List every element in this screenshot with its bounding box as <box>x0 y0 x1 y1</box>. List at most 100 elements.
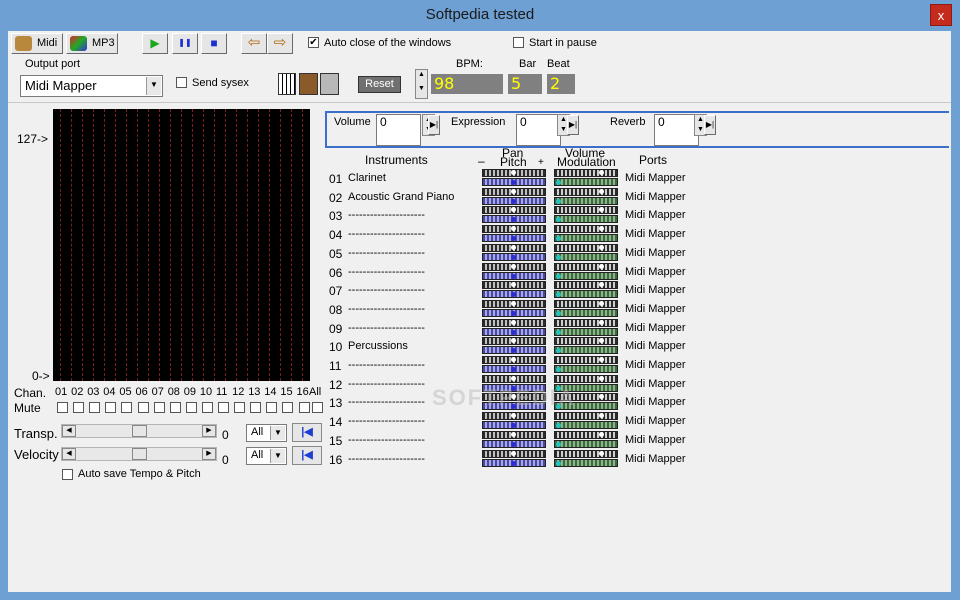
pitch-knob[interactable] <box>511 329 516 335</box>
pitch-knob[interactable] <box>511 367 516 372</box>
volume-track[interactable] <box>554 187 618 196</box>
port-name[interactable]: Midi Mapper <box>625 191 686 203</box>
volume-track[interactable] <box>554 262 618 271</box>
volume-modulation-slider[interactable] <box>554 430 618 449</box>
volume-knob[interactable] <box>599 300 604 306</box>
port-name[interactable]: Midi Mapper <box>625 303 686 315</box>
port-name[interactable]: Midi Mapper <box>625 415 686 427</box>
volume-modulation-slider[interactable] <box>554 206 618 224</box>
modulation-track[interactable] <box>554 327 618 336</box>
pan-knob[interactable] <box>511 357 516 362</box>
modulation-knob[interactable] <box>556 310 561 316</box>
instrument-name[interactable]: --------------------- <box>348 378 425 390</box>
volume-modulation-slider[interactable] <box>554 225 618 243</box>
title-bar[interactable]: Softpedia tested x <box>0 0 960 31</box>
pitch-knob[interactable] <box>511 441 516 447</box>
volume-track[interactable] <box>554 281 618 290</box>
volume-track[interactable] <box>554 374 618 383</box>
port-name[interactable]: Midi Mapper <box>625 434 686 446</box>
arrow-right-icon[interactable]: ▶ <box>202 448 216 460</box>
pan-knob[interactable] <box>511 431 516 437</box>
volume-modulation-slider[interactable] <box>554 318 618 337</box>
pan-pitch-slider[interactable] <box>482 262 546 281</box>
instrument-name[interactable]: --------------------- <box>348 247 425 259</box>
pitch-knob[interactable] <box>511 273 516 279</box>
modulation-knob[interactable] <box>556 367 561 372</box>
modulation-knob[interactable] <box>556 441 561 447</box>
pan-knob[interactable] <box>511 375 516 381</box>
port-name[interactable]: Midi Mapper <box>625 228 686 240</box>
instrument-name[interactable]: Acoustic Grand Piano <box>348 191 454 203</box>
instrument-name[interactable]: --------------------- <box>348 359 425 371</box>
arrow-down-icon[interactable]: ▼ <box>416 84 427 98</box>
volume-track[interactable] <box>554 412 618 421</box>
volume-track[interactable] <box>554 449 618 458</box>
volume-track[interactable] <box>554 430 618 439</box>
pitch-knob[interactable] <box>511 460 516 466</box>
mute-checkbox[interactable] <box>73 402 85 413</box>
volume-track[interactable] <box>554 356 618 364</box>
modulation-track[interactable] <box>554 178 618 186</box>
port-name[interactable]: Midi Mapper <box>625 359 686 371</box>
mute-checkbox[interactable] <box>89 402 101 413</box>
modulation-knob[interactable] <box>556 254 561 260</box>
tab-mp3[interactable]: MP3 <box>66 33 118 54</box>
instrument-name[interactable]: --------------------- <box>348 322 425 334</box>
instrument-icon[interactable] <box>299 73 318 95</box>
mute-checkbox[interactable] <box>201 402 213 413</box>
transpose-reset-button[interactable]: |◀ <box>292 423 322 442</box>
stop-button[interactable]: ■ <box>201 33 227 54</box>
instrument-name[interactable]: --------------------- <box>348 415 425 427</box>
modulation-track[interactable] <box>554 271 618 280</box>
modulation-knob[interactable] <box>556 180 561 185</box>
port-name[interactable]: Midi Mapper <box>625 266 686 278</box>
instrument-name[interactable]: --------------------- <box>348 266 425 278</box>
close-button[interactable]: x <box>930 4 952 26</box>
pan-pitch-slider[interactable] <box>482 449 546 468</box>
volume-modulation-slider[interactable] <box>554 337 618 355</box>
pan-pitch-slider[interactable] <box>482 206 546 224</box>
transpose-select[interactable]: All ▼ <box>246 424 287 442</box>
instrument-name[interactable]: --------------------- <box>348 228 425 240</box>
reverb-reset-icon[interactable]: ▶| <box>704 115 716 135</box>
instrument-name[interactable]: Clarinet <box>348 172 386 184</box>
pan-knob[interactable] <box>511 300 516 306</box>
volume-modulation-slider[interactable] <box>554 449 618 468</box>
save-disk-icon[interactable] <box>320 73 339 95</box>
volume-track[interactable] <box>554 206 618 215</box>
transpose-slider[interactable]: ◀ ▶ <box>61 424 217 438</box>
bpm-stepper[interactable]: ▲ ▼ <box>415 69 428 99</box>
pan-pitch-slider[interactable] <box>482 337 546 355</box>
volume-track[interactable] <box>554 337 618 346</box>
reset-button[interactable]: Reset <box>358 76 401 93</box>
volume-knob[interactable] <box>599 431 604 437</box>
modulation-track[interactable] <box>554 365 618 373</box>
modulation-knob[interactable] <box>556 198 561 204</box>
volume-modulation-slider[interactable] <box>554 243 618 262</box>
pitch-knob[interactable] <box>511 198 516 204</box>
volume-modulation-slider[interactable] <box>554 262 618 281</box>
port-name[interactable]: Midi Mapper <box>625 453 686 465</box>
port-name[interactable]: Midi Mapper <box>625 340 686 352</box>
pitch-knob[interactable] <box>511 310 516 316</box>
pan-pitch-slider[interactable] <box>482 356 546 374</box>
volume-knob[interactable] <box>599 357 604 362</box>
volume-track[interactable] <box>554 299 618 308</box>
mute-checkbox[interactable] <box>298 402 310 413</box>
pan-knob[interactable] <box>511 450 516 456</box>
volume-modulation-slider[interactable] <box>554 281 618 299</box>
pitch-knob[interactable] <box>511 254 516 260</box>
instrument-name[interactable]: --------------------- <box>348 434 425 446</box>
volume-track[interactable] <box>554 318 618 327</box>
note-grid[interactable] <box>53 109 310 381</box>
arrow-left-icon[interactable]: ◀ <box>62 448 76 460</box>
velocity-thumb[interactable] <box>132 448 147 460</box>
pan-knob[interactable] <box>511 170 516 175</box>
piano-icon[interactable] <box>278 73 296 95</box>
modulation-track[interactable] <box>554 346 618 355</box>
port-name[interactable]: Midi Mapper <box>625 396 686 408</box>
velocity-slider[interactable]: ◀ ▶ <box>61 447 217 461</box>
mute-checkbox[interactable] <box>121 402 133 413</box>
arrow-left-icon[interactable]: ◀ <box>62 425 76 437</box>
volume-input[interactable]: 0 <box>376 114 421 146</box>
